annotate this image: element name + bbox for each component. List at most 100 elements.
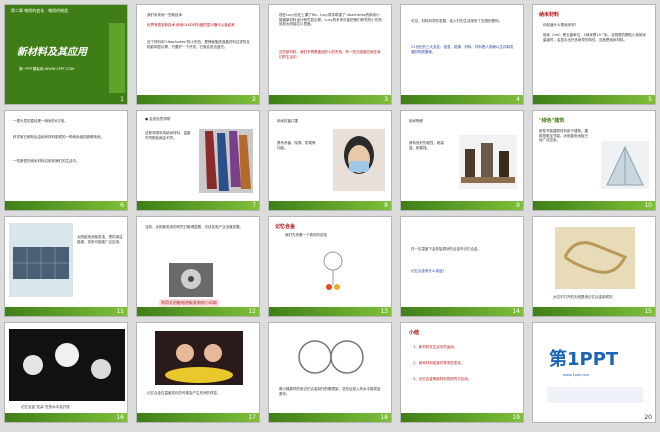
summary-item-3: 3、记忆合金等新材料的研究与应用。 xyxy=(413,377,472,381)
slide-footer-bar xyxy=(5,413,127,422)
slide-text: 这个材料叫"Ubachsites"的小东西，是神秘瓶底液晶材料过滤的互相影响显示… xyxy=(147,40,250,49)
slide-heading: 记忆合金 xyxy=(275,224,296,230)
slide-text: 具有良好的韧性，耐高温、耐腐蚀。 xyxy=(409,141,444,150)
slide-text: 这种领带采用纳米材料，温度不同颜色就会不同。 xyxy=(145,131,191,140)
slide-footer: 第一PPT模板网-WWW.1PPT.COM xyxy=(19,67,75,71)
image-caption: 利用太阳能电池板发电的小风扇 xyxy=(159,299,219,307)
slide-5[interactable]: 纳米材料 你知道什么是纳米吗？ 纳米（nm）是长度单位，1纳米是10⁻⁹米。当物… xyxy=(532,4,656,105)
decor-strip xyxy=(109,23,125,93)
slide-footer-bar xyxy=(533,307,655,316)
slide-footer-bar xyxy=(401,307,523,316)
slide-4[interactable]: 可见，材料科学的发展，给人们的生活带来了无限的便利。 21世纪的三大支柱：信息、… xyxy=(400,4,524,105)
slide-text: 像小猴那样的用记忆合金制作的眼镜架，变形后放入热水中能恢复原状。 xyxy=(279,387,381,396)
slide-3[interactable]: 现在Lucy也在上课了Ten. Lucy同学希望了 Ubachsites的纳米小… xyxy=(268,4,392,105)
slide-number: 4 xyxy=(516,96,520,103)
slide-2[interactable]: 我们未来用一些新技术 世界有很多新技术 使用OLED材料做的显示器可以卷起来 这… xyxy=(136,4,260,105)
slide-footer-bar xyxy=(137,307,259,316)
image-caption: 太空中打开的天线是用记忆合金制成的 xyxy=(553,295,613,299)
slide-number: 12 xyxy=(248,308,256,315)
slide-number: 18 xyxy=(380,414,388,421)
summary-item-2: 2、纳米材料给我们带来的变化。 xyxy=(413,361,465,365)
slide-grid: 第二章 物质的变化 · 物质的制造 新材料及其应用 第一PPT模板网-WWW.1… xyxy=(4,4,656,428)
slide-text: 一根头发的直径是一纳米的6万倍。 xyxy=(13,119,68,123)
slide-footer-bar xyxy=(269,413,391,422)
slide-number: 20 xyxy=(644,414,652,421)
slide-15[interactable]: 太空中打开的天线是用记忆合金制成的 15 xyxy=(532,216,656,317)
slide-text-3: 一些新型的纳米材料应用到我们的生活中。 xyxy=(13,159,80,163)
slide-13[interactable]: 记忆合金 我们先来看一个奇妙的实验 13 xyxy=(268,216,392,317)
slide-12[interactable]: 当前，太阳能电池的研究已取得进展，光伏发电产业迅速发展。 利用太阳能电池板发电的… xyxy=(136,216,260,317)
slide-number: 16 xyxy=(116,414,124,421)
antenna-image xyxy=(555,227,635,289)
slide-10[interactable]: "绿色"建筑 新型节能建筑材料用于建筑，建筑物更加节能。太阳能电池板已经广泛应用… xyxy=(532,110,656,211)
slide-number: 2 xyxy=(252,96,256,103)
slide-footer-bar xyxy=(533,95,655,104)
slide-text: 记忆合金在温度变化的时候会产生形状的改变。 xyxy=(147,391,221,395)
slide-footer-bar xyxy=(137,201,259,210)
slide-question: 你知道什么是纳米吗？ xyxy=(543,23,578,27)
slide-text-red: 这些新材料、我们不再是遥远的人的东西，有一些已经被应用在我们的生活中。 xyxy=(279,50,381,59)
slide-footer-bar xyxy=(401,201,523,210)
experiment-image xyxy=(323,251,343,290)
slide-number: 15 xyxy=(644,308,652,315)
slide-20[interactable]: 第1PPT www.1ppt.com 20 xyxy=(532,322,656,423)
fan-image xyxy=(169,263,213,297)
brand-url: www.1ppt.com xyxy=(563,373,590,377)
slide-number: 9 xyxy=(516,202,520,209)
slide-text-blue: 记忆合金有什么用途？ xyxy=(411,269,446,273)
slide-8[interactable]: 纳米抗菌口罩 具有杀菌、除臭、防霉等功能。 8 xyxy=(268,110,392,211)
slide-18[interactable]: 像小猴那样的用记忆合金制作的眼镜架，变形后放入热水中能恢复原状。 18 xyxy=(268,322,392,423)
slide-text: 可见，材料科学的发展，给人们的生活带来了无限的便利。 xyxy=(411,19,502,23)
slide-number: 10 xyxy=(644,202,652,209)
ceramics-image xyxy=(459,135,517,189)
slide-number: 5 xyxy=(648,96,652,103)
slide-heading: 纳米抗菌口罩 xyxy=(277,119,298,123)
slide-title: 新材料及其应用 xyxy=(17,47,87,58)
brand-logo: 第1PPT xyxy=(549,349,619,370)
slide-number: 13 xyxy=(380,308,388,315)
slide-number: 7 xyxy=(252,202,256,209)
slide-number: 6 xyxy=(120,202,124,209)
solar-panel-image xyxy=(9,223,73,297)
slide-19[interactable]: 小结 1、新材料在生活中的运用。 2、纳米材料给我们带来的变化。 3、记忆合金等… xyxy=(400,322,524,423)
slide-footer-bar xyxy=(269,95,391,104)
slide-text: 纳米（nm）是长度单位，1纳米是10⁻⁹米。当物质的颗粒小到纳米量级时，会显示出… xyxy=(543,33,647,42)
slide-number: 8 xyxy=(384,202,388,209)
slide-1[interactable]: 第二章 物质的变化 · 物质的制造 新材料及其应用 第一PPT模板网-WWW.1… xyxy=(4,4,128,105)
ties-image xyxy=(199,129,253,193)
slide-7[interactable]: ● 会变色的领带 这种领带采用纳米材料，温度不同颜色就会不同。 7 xyxy=(136,110,260,211)
slide-17[interactable]: 记忆合金在温度变化的时候会产生形状的改变。 17 xyxy=(136,322,260,423)
slide-heading: 小结 xyxy=(409,330,420,336)
slide-text: 现在Lucy也在上课了Ten. Lucy同学希望了 Ubachsites的纳米小… xyxy=(279,13,382,27)
slide-heading: ● 会变色的领带 xyxy=(145,117,171,121)
slide-16[interactable]: 记忆合金"花朵"在热水中会开放 16 xyxy=(4,322,128,423)
slide-text: 新型节能建筑材料用于建筑，建筑物更加节能。太阳能电池板已经广泛应用。 xyxy=(539,129,588,143)
slide-text-2: 科学家已研制出由纳米材料制成的一种纳米级的超微电池。 xyxy=(13,135,104,139)
brand-panel xyxy=(547,387,643,403)
slide-heading: 我们未来用一些新技术 xyxy=(147,13,182,17)
slide-heading: 纳米陶瓷 xyxy=(409,119,423,123)
slide-footer-bar xyxy=(269,201,391,210)
slide-text: 当前，太阳能电池的研究已取得进展，光伏发电产业迅速发展。 xyxy=(145,225,243,229)
slide-footer-bar xyxy=(137,413,259,422)
slide-text: 具有杀菌、除臭、防霉等功能。 xyxy=(277,141,316,150)
slide-number: 17 xyxy=(248,414,256,421)
slide-footer-bar xyxy=(5,201,127,210)
slide-11[interactable]: 太阳能电池板发电，提供清洁能源，将来可能被广泛应用。 11 xyxy=(4,216,128,317)
slide-footer-bar xyxy=(5,307,127,316)
glasses-image xyxy=(298,340,364,374)
mask-photo xyxy=(333,129,385,191)
slide-6[interactable]: 一根头发的直径是一纳米的6万倍。 科学家已研制出由纳米材料制成的一种纳米级的超微… xyxy=(4,110,128,211)
slide-14[interactable]: 在一定温度下会恢复原状的合金叫记忆合金。 记忆合金有什么用途？ 14 xyxy=(400,216,524,317)
slide-number: 11 xyxy=(116,308,124,315)
slide-text-blue: 21世纪的三大支柱：信息、能源、材料。材料是人类赖以生存和发展的物质基础。 xyxy=(411,45,514,54)
slide-text: 太阳能电池板发电，提供清洁能源，将来可能被广泛应用。 xyxy=(77,235,123,244)
slide-number: 19 xyxy=(512,414,520,421)
slide-footer-bar xyxy=(269,307,391,316)
slide-9[interactable]: 纳米陶瓷 具有良好的韧性，耐高温、耐腐蚀。 9 xyxy=(400,110,524,211)
building-image xyxy=(601,141,649,189)
slide-footer-bar xyxy=(137,95,259,104)
slide-heading: 纳米材料 xyxy=(539,12,560,18)
slide-text-red: 世界有很多新技术 使用OLED材料做的显示器可以卷起来 xyxy=(147,23,235,27)
slide-text: 在一定温度下会恢复原状的合金叫记忆合金。 xyxy=(411,247,481,251)
